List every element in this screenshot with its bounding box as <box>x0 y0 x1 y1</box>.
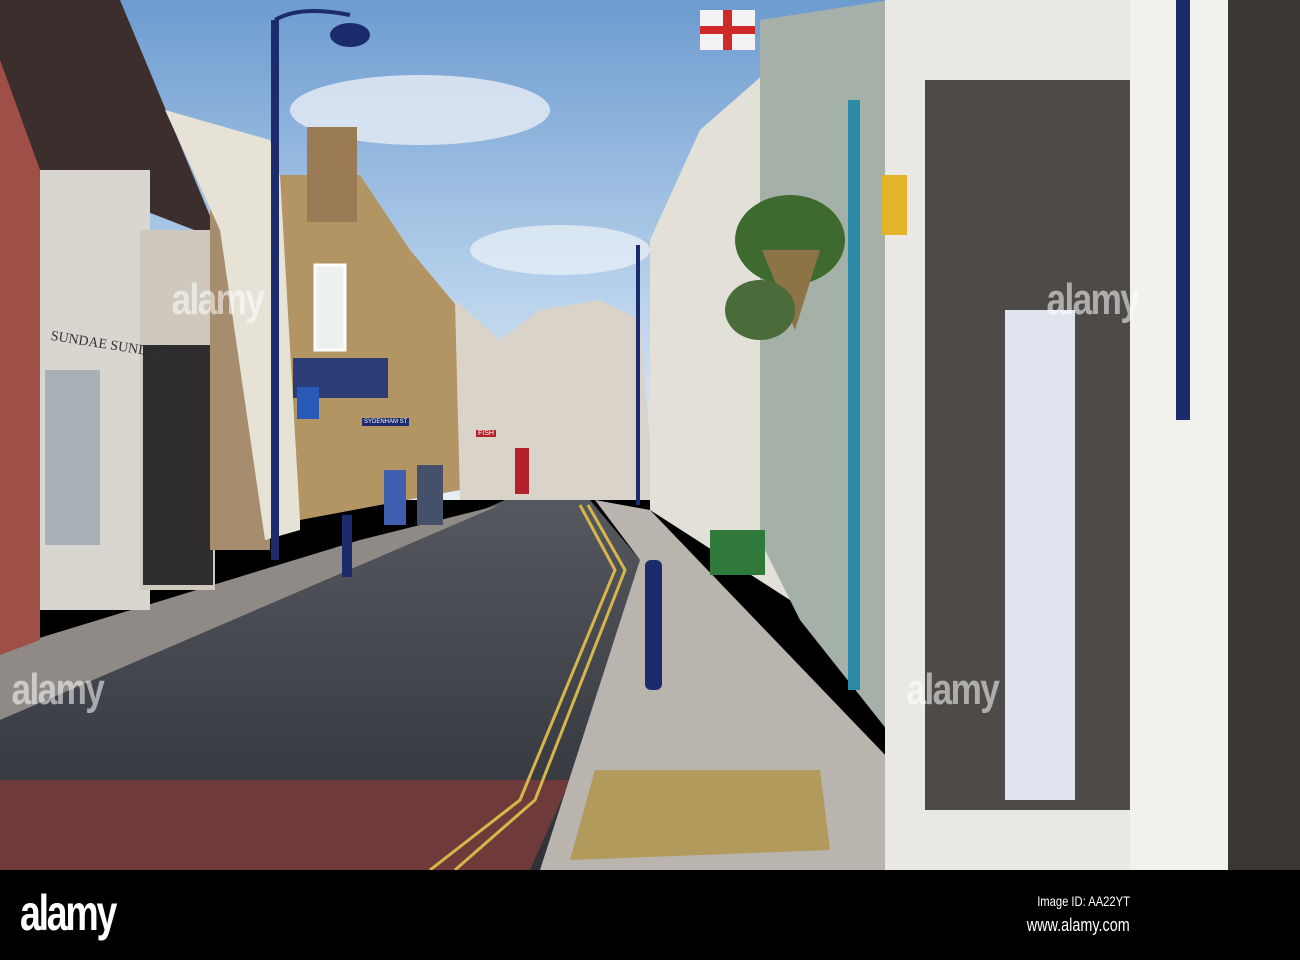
hanging-basket <box>725 280 795 340</box>
distant-buildings <box>455 300 655 500</box>
watermark: alamy <box>906 665 999 714</box>
watermark: alamy <box>171 275 264 324</box>
one-way-sign <box>297 387 319 419</box>
watermark: alamy <box>11 665 104 714</box>
red-brick-crossing <box>0 780 570 870</box>
fish-shop-sign: FISH <box>476 430 496 437</box>
teal-pillar <box>848 100 860 690</box>
yellow-alarm-box <box>882 175 907 235</box>
shop-window <box>45 370 100 545</box>
dark-frame <box>1228 0 1300 870</box>
bollard <box>342 515 352 577</box>
phone-box <box>515 448 529 494</box>
alamy-logo: alamy <box>20 885 117 941</box>
street-name-sign: SYDENHAM ST <box>362 418 410 426</box>
footer-bar: alamy Image ID: AA22YT www.alamy.com <box>0 870 1300 960</box>
stock-photo-page: SUNDAE SUNDAE SYDENHAM ST FISH alamy ala… <box>0 0 1300 960</box>
street-lamp <box>330 23 370 47</box>
website-link[interactable]: www.alamy.com <box>1027 915 1130 936</box>
cloud <box>470 225 650 275</box>
bollard <box>645 560 662 690</box>
shop-dark-front <box>143 345 213 585</box>
street-photo <box>0 0 1300 870</box>
pedestrian <box>417 465 443 525</box>
lamp-post <box>271 20 279 560</box>
lamp-post <box>636 245 640 505</box>
window <box>313 263 347 352</box>
green-bags <box>710 530 765 575</box>
image-id: Image ID: AA22YT <box>1037 893 1130 909</box>
flag-cross <box>700 26 755 34</box>
chimney <box>307 127 357 222</box>
tactile-paving <box>570 770 830 860</box>
pedestrian <box>384 470 406 525</box>
navy-drainpipe <box>1176 0 1190 420</box>
teal-shopfront <box>760 0 895 740</box>
mannequin-dress <box>1005 310 1075 800</box>
watermark: alamy <box>1046 275 1139 324</box>
